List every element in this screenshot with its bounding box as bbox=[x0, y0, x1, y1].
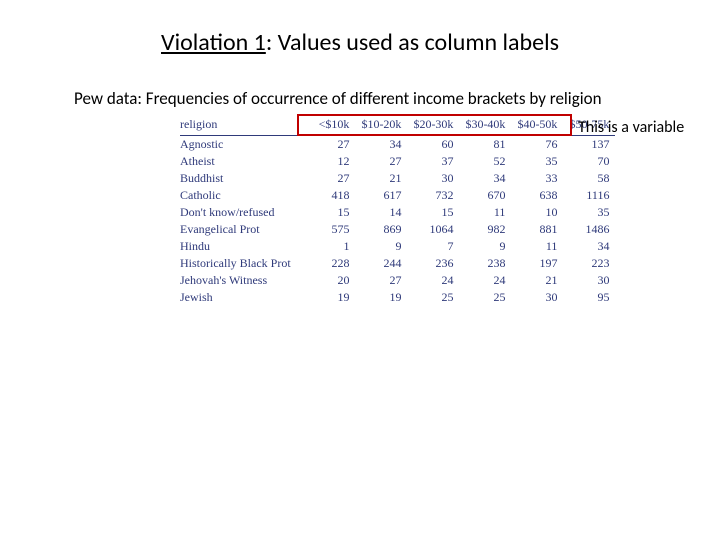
cell-value: 19 bbox=[355, 289, 407, 306]
cell-value: 76 bbox=[511, 136, 563, 154]
cell-religion: Catholic bbox=[180, 187, 313, 204]
slide: Violation 1: Values used as column label… bbox=[0, 0, 720, 540]
cell-value: 52 bbox=[459, 153, 511, 170]
cell-religion: Evangelical Prot bbox=[180, 221, 313, 238]
cell-value: 20 bbox=[313, 272, 356, 289]
slide-title: Violation 1: Values used as column label… bbox=[0, 28, 720, 57]
cell-value: 30 bbox=[563, 272, 615, 289]
col-header-religion: religion bbox=[180, 115, 313, 136]
cell-value: 27 bbox=[355, 153, 407, 170]
cell-value: 30 bbox=[511, 289, 563, 306]
cell-religion: Historically Black Prot bbox=[180, 255, 313, 272]
cell-value: 12 bbox=[313, 153, 356, 170]
cell-value: 7 bbox=[407, 238, 459, 255]
cell-value: 35 bbox=[511, 153, 563, 170]
table-row: Historically Black Prot 228 244 236 238 … bbox=[180, 255, 615, 272]
cell-value: 10 bbox=[511, 204, 563, 221]
cell-value: 1 bbox=[313, 238, 356, 255]
table-row: Don't know/refused 15 14 15 11 10 35 bbox=[180, 204, 615, 221]
cell-value: 21 bbox=[511, 272, 563, 289]
cell-value: 34 bbox=[459, 170, 511, 187]
cell-value: 9 bbox=[355, 238, 407, 255]
cell-value: 1116 bbox=[563, 187, 615, 204]
col-header-2: $10-20k bbox=[355, 115, 407, 136]
cell-value: 24 bbox=[407, 272, 459, 289]
table-header-row: religion <$10k $10-20k $20-30k $30-40k $… bbox=[180, 115, 615, 136]
cell-value: 27 bbox=[313, 136, 356, 154]
cell-value: 25 bbox=[459, 289, 511, 306]
table-row: Buddhist 27 21 30 34 33 58 bbox=[180, 170, 615, 187]
col-header-3: $20-30k bbox=[407, 115, 459, 136]
table-row: Hindu 1 9 7 9 11 34 bbox=[180, 238, 615, 255]
cell-value: 11 bbox=[511, 238, 563, 255]
cell-value: 15 bbox=[313, 204, 356, 221]
table-body: Agnostic 27 34 60 81 76 137 Atheist 12 2… bbox=[180, 136, 615, 307]
cell-value: 95 bbox=[563, 289, 615, 306]
cell-value: 869 bbox=[355, 221, 407, 238]
cell-value: 35 bbox=[563, 204, 615, 221]
cell-value: 19 bbox=[313, 289, 356, 306]
table-row: Evangelical Prot 575 869 1064 982 881 14… bbox=[180, 221, 615, 238]
cell-value: 21 bbox=[355, 170, 407, 187]
cell-value: 236 bbox=[407, 255, 459, 272]
cell-value: 58 bbox=[563, 170, 615, 187]
col-header-4: $30-40k bbox=[459, 115, 511, 136]
cell-value: 14 bbox=[355, 204, 407, 221]
table-row: Atheist 12 27 37 52 35 70 bbox=[180, 153, 615, 170]
cell-value: 37 bbox=[407, 153, 459, 170]
table-row: Agnostic 27 34 60 81 76 137 bbox=[180, 136, 615, 154]
cell-value: 418 bbox=[313, 187, 356, 204]
cell-value: 34 bbox=[563, 238, 615, 255]
cell-value: 11 bbox=[459, 204, 511, 221]
cell-religion: Don't know/refused bbox=[180, 204, 313, 221]
cell-value: 81 bbox=[459, 136, 511, 154]
cell-value: 34 bbox=[355, 136, 407, 154]
cell-religion: Jehovah's Witness bbox=[180, 272, 313, 289]
cell-value: 617 bbox=[355, 187, 407, 204]
cell-value: 25 bbox=[407, 289, 459, 306]
cell-religion: Buddhist bbox=[180, 170, 313, 187]
cell-value: 197 bbox=[511, 255, 563, 272]
cell-value: 238 bbox=[459, 255, 511, 272]
cell-religion: Hindu bbox=[180, 238, 313, 255]
cell-value: 575 bbox=[313, 221, 356, 238]
cell-value: 24 bbox=[459, 272, 511, 289]
cell-value: 638 bbox=[511, 187, 563, 204]
table-row: Jehovah's Witness 20 27 24 24 21 30 bbox=[180, 272, 615, 289]
cell-value: 27 bbox=[355, 272, 407, 289]
cell-value: 15 bbox=[407, 204, 459, 221]
cell-value: 33 bbox=[511, 170, 563, 187]
annotation-label: This is a variable bbox=[578, 118, 684, 137]
cell-value: 732 bbox=[407, 187, 459, 204]
title-rest: : Values used as column labels bbox=[266, 28, 559, 57]
data-table: religion <$10k $10-20k $20-30k $30-40k $… bbox=[180, 115, 615, 306]
cell-value: 60 bbox=[407, 136, 459, 154]
table-row: Catholic 418 617 732 670 638 1116 bbox=[180, 187, 615, 204]
cell-value: 70 bbox=[563, 153, 615, 170]
cell-value: 9 bbox=[459, 238, 511, 255]
cell-religion: Atheist bbox=[180, 153, 313, 170]
cell-value: 137 bbox=[563, 136, 615, 154]
cell-value: 228 bbox=[313, 255, 356, 272]
slide-subtitle: Pew data: Frequencies of occurrence of d… bbox=[74, 88, 602, 109]
cell-value: 670 bbox=[459, 187, 511, 204]
cell-value: 1064 bbox=[407, 221, 459, 238]
table-row: Jewish 19 19 25 25 30 95 bbox=[180, 289, 615, 306]
cell-value: 1486 bbox=[563, 221, 615, 238]
col-header-1: <$10k bbox=[313, 115, 356, 136]
title-prefix: Violation 1 bbox=[161, 28, 266, 57]
cell-value: 244 bbox=[355, 255, 407, 272]
col-header-5: $40-50k bbox=[511, 115, 563, 136]
cell-value: 27 bbox=[313, 170, 356, 187]
cell-religion: Jewish bbox=[180, 289, 313, 306]
cell-value: 982 bbox=[459, 221, 511, 238]
data-table-container: religion <$10k $10-20k $20-30k $30-40k $… bbox=[180, 115, 615, 306]
cell-value: 30 bbox=[407, 170, 459, 187]
cell-value: 223 bbox=[563, 255, 615, 272]
cell-value: 881 bbox=[511, 221, 563, 238]
cell-religion: Agnostic bbox=[180, 136, 313, 154]
